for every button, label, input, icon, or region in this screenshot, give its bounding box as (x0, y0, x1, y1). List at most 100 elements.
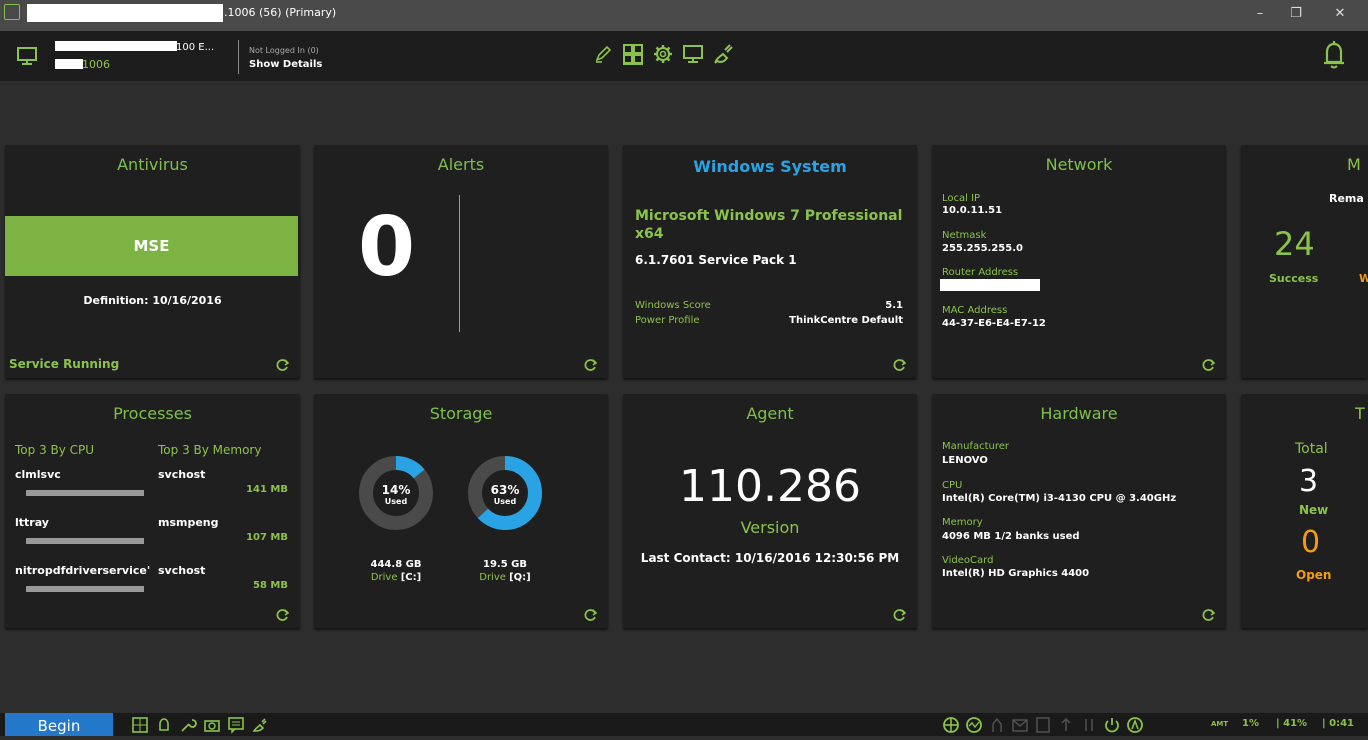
hardware-card[interactable]: Hardware Manufacturer LENOVO CPU Intel(R… (932, 394, 1226, 628)
card-title: T (1355, 404, 1365, 423)
memory-size: 107 MB (246, 532, 288, 543)
refresh-icon[interactable] (276, 358, 290, 372)
windows-icon[interactable] (131, 716, 149, 734)
mail-icon[interactable] (1011, 716, 1029, 734)
cpu-process-name: lttray (15, 516, 49, 529)
upload-icon[interactable] (1057, 716, 1075, 734)
storage-card[interactable]: Storage 14% Used 63% Used 444.8 GB Drive… (314, 394, 608, 628)
monitor-icon[interactable] (682, 43, 704, 65)
top-bar: 100 E... 1006 Not Logged In (0) Show Det… (0, 31, 1368, 81)
memory-value: 4096 MB 1/2 banks used (942, 531, 1080, 542)
taskbar: Begin AMT 1% | 41% | 0:41 (0, 713, 1368, 736)
wrench-icon[interactable] (179, 716, 197, 734)
settings-icon[interactable] (652, 43, 674, 65)
restore-button[interactable]: ❐ (1286, 6, 1306, 21)
processes-card[interactable]: Processes Top 3 By CPU Top 3 By Memory c… (5, 394, 300, 628)
router-label: Router Address (942, 267, 1019, 278)
memory-process-name: msmpeng (158, 516, 219, 529)
redacted-hostid (55, 59, 83, 69)
power-icon[interactable] (1103, 716, 1121, 734)
memory-percent: | 41% (1276, 718, 1308, 729)
chat-icon[interactable] (227, 716, 245, 734)
drive-c-used-label: Used (384, 497, 408, 506)
memory-process-name: svchost (158, 564, 206, 577)
edit-icon[interactable] (592, 43, 614, 65)
refresh-icon[interactable] (584, 608, 598, 622)
document-icon[interactable] (1034, 716, 1052, 734)
videocard-label: VideoCard (942, 555, 994, 566)
cpu-process-name: clmlsvc (15, 468, 61, 481)
network-icon[interactable] (942, 716, 960, 734)
remote-card[interactable]: M Rema 24 Success W (1241, 145, 1368, 378)
separator (238, 40, 239, 74)
gauge-icon[interactable] (965, 716, 983, 734)
close-button[interactable]: ✕ (1330, 6, 1350, 21)
network-card[interactable]: Network Local IP 10.0.11.51 Netmask 255.… (932, 145, 1226, 378)
minimize-button[interactable]: – (1250, 6, 1270, 21)
card-subtitle: Rema (1329, 192, 1364, 205)
window-titlebar: .1006 (56) (Primary) – ❐ ✕ (0, 0, 1368, 31)
nav-icons (592, 43, 734, 65)
refresh-icon[interactable] (1202, 608, 1216, 622)
divider (459, 195, 460, 332)
agent-version-label: Version (740, 518, 800, 537)
refresh-icon[interactable] (276, 608, 290, 622)
drive-c-percent: 14% (381, 483, 411, 497)
memory-size: 58 MB (253, 580, 288, 591)
app-icon (4, 4, 20, 20)
card-title: Network (1045, 155, 1113, 174)
antivirus-card[interactable]: Antivirus MSE Definition: 10/16/2016 Ser… (5, 145, 300, 378)
alerts-count: 0 (358, 200, 416, 295)
cpu-header: Top 3 By CPU (15, 443, 95, 457)
cpu-value: Intel(R) Core(TM) i3-4130 CPU @ 3.40GHz (942, 493, 1177, 504)
agent-card[interactable]: Agent 110.286 Version Last Contact: 10/1… (623, 394, 917, 628)
redacted-hostname (55, 41, 177, 51)
memory-process-name: svchost (158, 468, 206, 481)
memory-size: 141 MB (246, 484, 288, 495)
host-name: 100 E... (176, 42, 215, 53)
plug-icon[interactable] (251, 716, 269, 734)
os-name: Microsoft Windows 7 Professional x64 (635, 208, 903, 242)
begin-button[interactable]: Begin (5, 713, 113, 736)
card-title: Hardware (1040, 404, 1118, 423)
alerts-card[interactable]: Alerts 0 (314, 145, 608, 378)
show-details-link[interactable]: Show Details (249, 59, 322, 70)
windows-system-card[interactable]: Windows System Microsoft Windows 7 Profe… (623, 145, 917, 378)
redacted-title (27, 4, 223, 22)
bell-icon[interactable] (155, 716, 173, 734)
shield-icon[interactable] (1126, 716, 1144, 734)
drive-c-label: Drive [C:] (370, 572, 422, 583)
refresh-icon[interactable] (584, 358, 598, 372)
refresh-icon[interactable] (893, 608, 907, 622)
mac-value: 44-37-E6-E4-E7-12 (942, 318, 1046, 329)
netmask-value: 255.255.255.0 (942, 243, 1023, 254)
camera-icon[interactable] (203, 716, 221, 734)
cpu-label: CPU (942, 480, 963, 491)
user-icon[interactable] (988, 716, 1006, 734)
agent-version-number: 110.286 (679, 461, 861, 512)
plug-icon[interactable] (712, 43, 734, 65)
refresh-icon[interactable] (1202, 358, 1216, 372)
cpu-usage-bar (26, 538, 144, 544)
monitor-icon[interactable] (16, 46, 38, 66)
score-value: 5.1 (885, 300, 903, 311)
local-ip-label: Local IP (942, 193, 981, 204)
refresh-icon[interactable] (893, 358, 907, 372)
score-label: Windows Score (635, 300, 711, 311)
transfer-icon[interactable] (1080, 716, 1098, 734)
cpu-usage-bar (26, 586, 144, 592)
tickets-card[interactable]: T Total 3 New 0 Open (1241, 394, 1368, 628)
netmask-label: Netmask (942, 230, 987, 241)
card-title: Storage (429, 404, 493, 423)
os-version: 6.1.7601 Service Pack 1 (635, 253, 797, 267)
success-label: Success (1269, 272, 1319, 285)
local-ip-value: 10.0.11.51 (942, 205, 1003, 216)
window-title: .1006 (56) (Primary) (224, 6, 337, 19)
dashboard-icon[interactable] (622, 43, 644, 65)
cpu-percent: 1% (1242, 718, 1259, 729)
drive-q-size: 19.5 GB (483, 559, 527, 570)
open-label: Open (1296, 568, 1332, 582)
host-id: 1006 (82, 58, 110, 71)
bell-icon[interactable] (1321, 40, 1347, 70)
card-title: Antivirus (117, 155, 188, 174)
